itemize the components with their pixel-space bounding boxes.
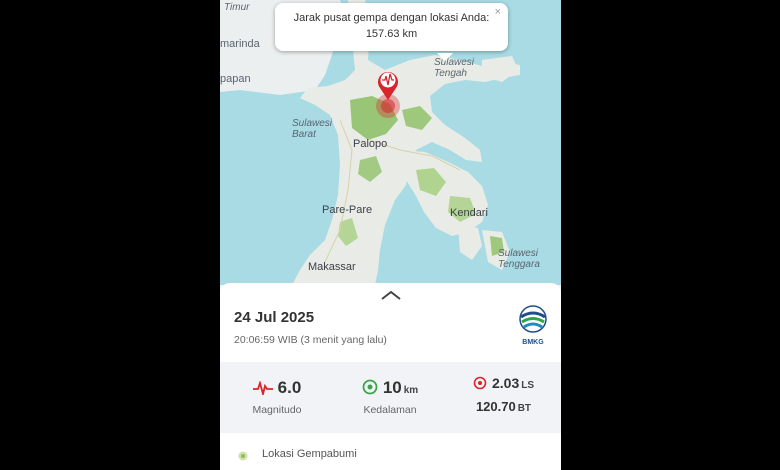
stats-panel: 6.0 Magnitudo 10 km Kedalaman 2.03 LS 12… [220,362,561,433]
city-palopo: Palopo [353,138,388,150]
app-screen: Timur marinda papan Sulawesi Tengah Sula… [220,0,561,470]
chevron-up-icon[interactable] [380,288,402,306]
location-pin-icon [237,449,249,467]
bmkg-logo-text: BMKG [522,339,544,346]
latitude-unit: LS [521,380,535,391]
latitude-value: 2.03 [491,375,520,391]
earthquake-detail-card: 24 Jul 2025 20:06:59 WIB (3 menit yang l… [220,283,561,470]
event-date: 24 Jul 2025 [234,309,315,326]
map-label-sultra-line1: Sulawesi [498,248,539,259]
popup-tail [437,53,453,61]
popup-close-button[interactable]: × [495,6,501,18]
longitude-row: 120.70 BT [446,399,561,414]
stat-coordinates: 2.03 LS 120.70 BT [446,362,561,433]
distance-popup: Jarak pusat gempa dengan lokasi Anda: 15… [275,3,508,61]
depth-value: 10 [382,378,402,397]
target-icon [473,376,487,393]
magnitude-wave-icon [252,379,273,400]
map-label-sulbar-line2: Barat [292,129,316,140]
map-label-sulteng-line2: Tengah [434,68,467,79]
event-ago: (3 menit yang lalu) [300,334,387,346]
map-label-sulawesi-tenggara: Sulawesi Tenggara [498,248,540,270]
magnitude-value: 6.0 [277,378,302,397]
stat-depth: 10 km Kedalaman [334,362,446,433]
magnitude-label: Magnitudo [252,404,302,416]
city-parepare: Pare-Pare [322,204,373,216]
depth-unit: km [403,385,419,396]
popup-line1: Jarak pusat gempa dengan lokasi Anda: [293,12,490,24]
map-label-sulawesi-barat: Sulawesi Barat [292,118,332,140]
bmkg-logo-icon [519,305,547,333]
map-label-papan: papan [220,73,251,85]
map-label-samarinda: marinda [220,38,260,50]
longitude-unit: BT [517,403,532,414]
stat-magnitude: 6.0 Magnitudo [220,362,334,433]
depth-label: Kedalaman [363,404,417,416]
event-time: 20:06:59 WIB [234,334,298,346]
longitude-value: 120.70 [475,399,516,414]
depth-icon [362,379,378,400]
location-row[interactable]: Lokasi Gempabumi [220,443,561,470]
map-label-sulbar-line1: Sulawesi [292,118,333,129]
map-label-timur: Timur [224,2,250,13]
popup-distance: 157.63 km [365,28,418,40]
city-kendari: Kendari [450,207,488,219]
city-makassar: Makassar [308,261,356,273]
bmkg-logo: BMKG [517,305,549,346]
map-view[interactable]: Timur marinda papan Sulawesi Tengah Sula… [220,0,561,285]
map-label-sultra-line2: Tenggara [498,259,540,270]
event-time-row: 20:06:59 WIB (3 menit yang lalu) [234,334,387,346]
location-label: Lokasi Gempabumi [262,448,357,460]
